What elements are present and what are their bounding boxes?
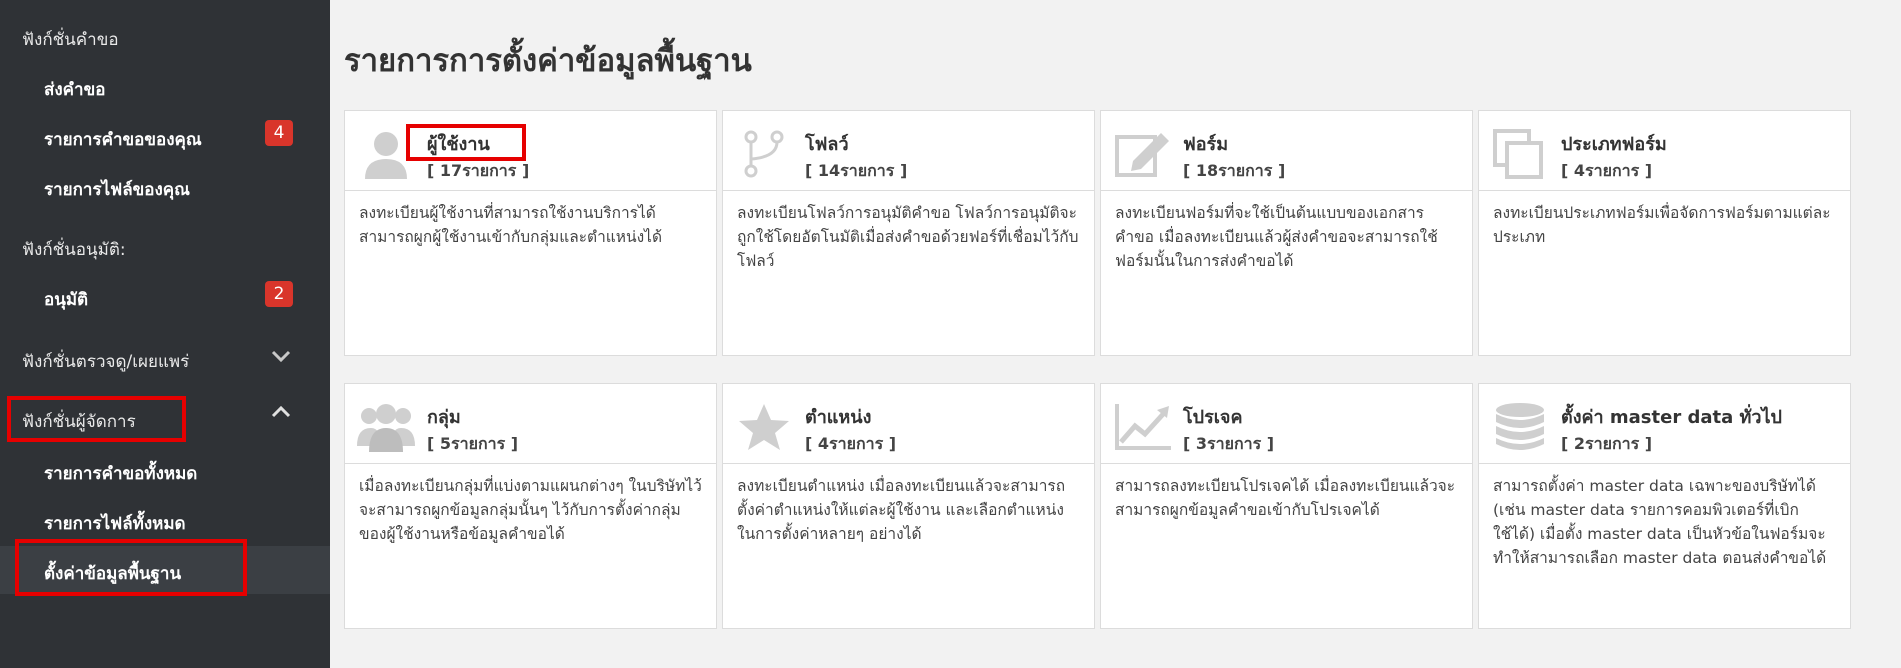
card-description: ลงทะเบียนผู้ใช้งานที่สามารถใช้งานบริการไ…	[359, 204, 663, 246]
card-count: [ 14รายการ ]	[805, 161, 908, 180]
card-description: เมื่อลงทะเบียนกลุ่มที่แบ่งตามแผนกต่างๆ ใ…	[359, 477, 702, 543]
card-project[interactable]: โปรเจค [ 3รายการ ] สามารถลงทะเบียนโปรเจค…	[1100, 383, 1473, 629]
card-count: [ 4รายการ ]	[805, 434, 897, 453]
card-count: [ 5รายการ ]	[427, 434, 519, 453]
sidebar-section-approve: ฟังก์ชั่นอนุมัติ:	[22, 240, 126, 260]
card-position[interactable]: ตำแหน่ง [ 4รายการ ] ลงทะเบียนตำแหน่ง เมื…	[722, 383, 1095, 629]
your-requests-badge: 4	[265, 120, 293, 146]
card-count: [ 17รายการ ]	[427, 161, 530, 180]
sidebar-item-all-requests[interactable]: รายการคำขอทั้งหมด	[44, 460, 197, 487]
card-count: [ 3รายการ ]	[1183, 434, 1275, 453]
chevron-up-icon[interactable]	[268, 402, 294, 422]
card-users[interactable]: ผู้ใช้งาน [ 17รายการ ] ลงทะเบียนผู้ใช้งา…	[344, 110, 717, 356]
copy-icon	[1493, 129, 1543, 179]
edit-icon	[1115, 133, 1169, 177]
card-description: ลงทะเบียนโฟลว์การอนุมัติคำขอ โฟลว์การอนุ…	[737, 204, 1079, 270]
card-count: [ 4รายการ ]	[1561, 161, 1653, 180]
highlight-manager-section	[7, 396, 186, 442]
page-title: รายการการตั้งค่าข้อมูลพื้นฐาน	[344, 43, 752, 79]
flow-icon	[744, 130, 784, 178]
card-title[interactable]: ฟอร์ม	[1183, 129, 1228, 158]
card-form[interactable]: ฟอร์ม [ 18รายการ ] ลงทะเบียนฟอร์มที่จะใช…	[1100, 110, 1473, 356]
group-icon	[357, 404, 415, 452]
sidebar-item-your-requests[interactable]: รายการคำขอของคุณ	[44, 126, 202, 153]
database-icon	[1496, 403, 1544, 450]
sidebar-item-your-files[interactable]: รายการไฟล์ของคุณ	[44, 176, 190, 203]
chart-icon	[1115, 404, 1171, 450]
highlight-users-title	[406, 124, 526, 161]
card-description: ลงทะเบียนตำแหน่ง เมื่อลงทะเบียนแล้วจะสาม…	[737, 477, 1066, 543]
card-description: สามารถลงทะเบียนโปรเจคได้ เมื่อลงทะเบียนแ…	[1115, 477, 1456, 519]
card-title[interactable]: ประเภทฟอร์ม	[1561, 129, 1667, 158]
card-title[interactable]: ตั้งค่า master data ทั่วไป	[1561, 402, 1782, 431]
card-count: [ 18รายการ ]	[1183, 161, 1286, 180]
sidebar-item-send-request[interactable]: ส่งคำขอ	[44, 76, 105, 103]
card-title[interactable]: โปรเจค	[1183, 402, 1243, 431]
sidebar-item-all-files[interactable]: รายการไฟล์ทั้งหมด	[44, 510, 186, 537]
card-flow[interactable]: โฟลว์ [ 14รายการ ] ลงทะเบียนโฟลว์การอนุม…	[722, 110, 1095, 356]
card-description: สามารถตั้งค่า master data เฉพาะของบริษัท…	[1493, 477, 1827, 567]
card-title[interactable]: โฟลว์	[805, 129, 849, 158]
card-count: [ 2รายการ ]	[1561, 434, 1653, 453]
card-title[interactable]: กลุ่ม	[427, 402, 461, 431]
card-description: ลงทะเบียนประเภทฟอร์มเพื่อจัดการฟอร์มตามแ…	[1493, 204, 1831, 246]
highlight-basic-settings	[15, 539, 247, 596]
sidebar-section-request: ฟังก์ชั่นคำขอ	[22, 30, 119, 50]
card-title[interactable]: ตำแหน่ง	[805, 402, 871, 431]
chevron-down-icon[interactable]	[268, 346, 294, 366]
card-description: ลงทะเบียนฟอร์มที่จะใช้เป็นต้นแบบของเอกสา…	[1115, 204, 1438, 270]
card-form-type[interactable]: ประเภทฟอร์ม [ 4รายการ ] ลงทะเบียนประเภทฟ…	[1478, 110, 1851, 356]
approve-badge: 2	[265, 281, 293, 307]
card-master-data[interactable]: ตั้งค่า master data ทั่วไป [ 2รายการ ] ส…	[1478, 383, 1851, 629]
card-group[interactable]: กลุ่ม [ 5รายการ ] เมื่อลงทะเบียนกลุ่มที่…	[344, 383, 717, 629]
sidebar-item-approve[interactable]: อนุมัติ	[44, 286, 88, 313]
star-icon	[739, 404, 789, 450]
sidebar-section-inspect[interactable]: ฟังก์ชั่นตรวจดู/เผยแพร่	[22, 348, 189, 375]
